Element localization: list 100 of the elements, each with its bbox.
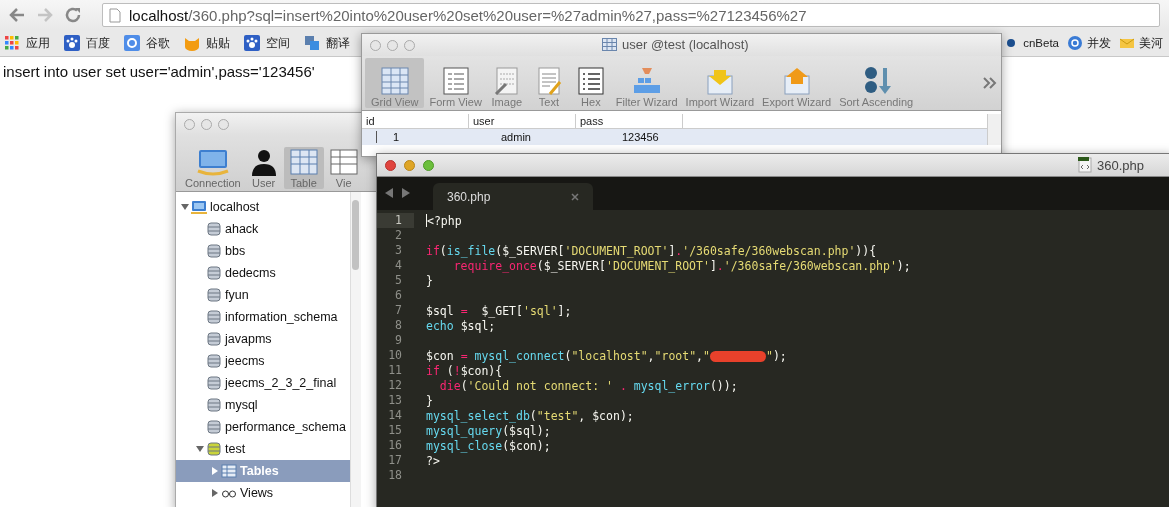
- monitor-icon: [195, 147, 230, 177]
- tree-item[interactable]: fyun: [176, 284, 350, 306]
- column-header[interactable]: user: [469, 114, 576, 128]
- forward-icon[interactable]: [36, 7, 54, 23]
- tree-item[interactable]: jeecms: [176, 350, 350, 372]
- zoom-icon[interactable]: [218, 118, 229, 130]
- database-icon: [206, 353, 222, 369]
- previous-arrow-icon[interactable]: [385, 188, 393, 198]
- table-cell-text: admin: [500, 131, 532, 143]
- tree-item[interactable]: Views: [176, 482, 350, 504]
- bookmark[interactable]: 应用: [4, 34, 50, 52]
- paw-icon: [64, 35, 80, 51]
- minimize-icon[interactable]: [387, 39, 398, 51]
- line-number: 13: [387, 393, 403, 408]
- tree-item[interactable]: javapms: [176, 328, 350, 350]
- monitor-icon: [191, 199, 207, 215]
- bookmark[interactable]: 并发: [1067, 35, 1111, 51]
- more-chevron-icon[interactable]: [983, 77, 997, 89]
- database-icon: [206, 397, 222, 413]
- paw-icon: [244, 35, 260, 51]
- tree-item[interactable]: test: [176, 438, 350, 460]
- table-icon: [602, 38, 617, 51]
- apps-grid-icon: [4, 35, 20, 51]
- minimize-icon[interactable]: [404, 159, 415, 171]
- bookmark[interactable]: 贴贴: [184, 34, 230, 52]
- code-line: <?php: [427, 213, 462, 228]
- close-icon[interactable]: [184, 118, 195, 130]
- code-line: if(is_file($_SERVER['DOCUMENT_ROOT'].'/360safe/360webscan.php')){: [426, 243, 877, 258]
- ring-icon: [124, 35, 140, 51]
- line-number: 18: [387, 468, 403, 483]
- database-icon: [206, 221, 222, 237]
- bookmark[interactable]: 翻译: [304, 34, 350, 52]
- minimize-icon[interactable]: [201, 118, 212, 130]
- window-title: 360.php: [1097, 157, 1144, 173]
- bookmark[interactable]: 百度: [64, 34, 110, 52]
- table-cell: 1: [376, 131, 482, 143]
- line-number: 4: [394, 258, 403, 273]
- toolbar-button[interactable]: Vie: [323, 147, 364, 189]
- line-number: 9: [394, 333, 403, 348]
- query-output-text: insert into user set user='admin',pass='123456': [3, 63, 316, 80]
- window-title: user @test (localhost): [622, 37, 749, 52]
- address-field[interactable]: localhost/360.php?sql=insert%20into%20user%20set%20user=%27admin%27,pass=%27123456%27: [102, 3, 1160, 27]
- close-icon[interactable]: [370, 39, 381, 51]
- column-header[interactable]: id: [362, 114, 469, 128]
- back-icon[interactable]: [8, 7, 26, 23]
- reload-icon[interactable]: [64, 6, 82, 24]
- close-icon[interactable]: [571, 192, 579, 201]
- tree-item[interactable]: jeecms_2_3_2_final: [176, 372, 350, 394]
- tree-item[interactable]: bbs: [176, 240, 350, 262]
- bookmark[interactable]: cnBeta: [1003, 35, 1059, 51]
- disclosure-triangle-icon[interactable]: [211, 467, 219, 475]
- code-line: mysql_select_db("test", $con);: [426, 408, 634, 423]
- tree-item[interactable]: ahack: [176, 218, 350, 240]
- code-line: }: [426, 393, 433, 408]
- table-row[interactable]: 1 admin 123456: [362, 129, 987, 145]
- bookmark[interactable]: 谷歌: [124, 34, 170, 52]
- table-cell-text: 123456: [621, 131, 660, 143]
- close-icon[interactable]: [385, 159, 396, 171]
- disclosure-triangle-icon[interactable]: [196, 445, 204, 453]
- code-line: require_once($_SERVER['DOCUMENT_ROOT'].'/360safe/360webscan.php');: [452, 258, 911, 273]
- overlapping-squares-icon: [304, 35, 320, 51]
- cat-icon: [184, 35, 200, 51]
- line-number: 17: [387, 453, 403, 468]
- code-line: echo $sql;: [426, 318, 496, 333]
- globe-icon: [1067, 35, 1083, 51]
- next-arrow-icon[interactable]: [402, 188, 410, 198]
- line-number: 10: [387, 348, 403, 363]
- database-icon: [206, 331, 222, 347]
- line-number: 2: [394, 228, 403, 243]
- database-icon: [206, 419, 222, 435]
- code-line: $sql = $_GET['sql'];: [426, 303, 572, 318]
- file-tab[interactable]: 360.php: [433, 183, 593, 210]
- tree-item[interactable]: mysql: [176, 394, 350, 416]
- scrollbar[interactable]: [987, 114, 1001, 145]
- tree-item[interactable]: performance_schema: [176, 416, 350, 438]
- file-icon: [1078, 157, 1092, 173]
- tree-item[interactable]: dedecms: [176, 262, 350, 284]
- zoom-icon[interactable]: [404, 39, 415, 51]
- zoom-icon[interactable]: [423, 159, 434, 171]
- code-line: mysql_query($sql);: [426, 423, 551, 438]
- code-line: mysql_close($con);: [426, 438, 551, 453]
- scrollbar[interactable]: [350, 192, 361, 507]
- line-number: 14: [387, 408, 403, 423]
- page-icon: [109, 7, 121, 23]
- database-icon: [206, 265, 222, 281]
- bookmark[interactable]: 空间: [244, 34, 290, 52]
- line-number: 6: [394, 288, 403, 303]
- database-icon: [206, 375, 222, 391]
- bookmark[interactable]: 美河: [1119, 35, 1163, 51]
- toolbar-button[interactable]: User: [243, 147, 284, 189]
- tree-item[interactable]: localhost: [176, 196, 350, 218]
- column-header[interactable]: pass: [576, 114, 683, 128]
- tree-item[interactable]: information_schema: [176, 306, 350, 328]
- disclosure-triangle-icon[interactable]: [211, 489, 219, 497]
- database-icon: [206, 309, 222, 325]
- code-line: if (!$con){: [426, 363, 503, 378]
- disclosure-triangle-icon[interactable]: [181, 203, 189, 211]
- toolbar-button[interactable]: Connection: [182, 147, 244, 189]
- line-number: 11: [387, 363, 403, 378]
- code-line: }: [426, 273, 433, 288]
